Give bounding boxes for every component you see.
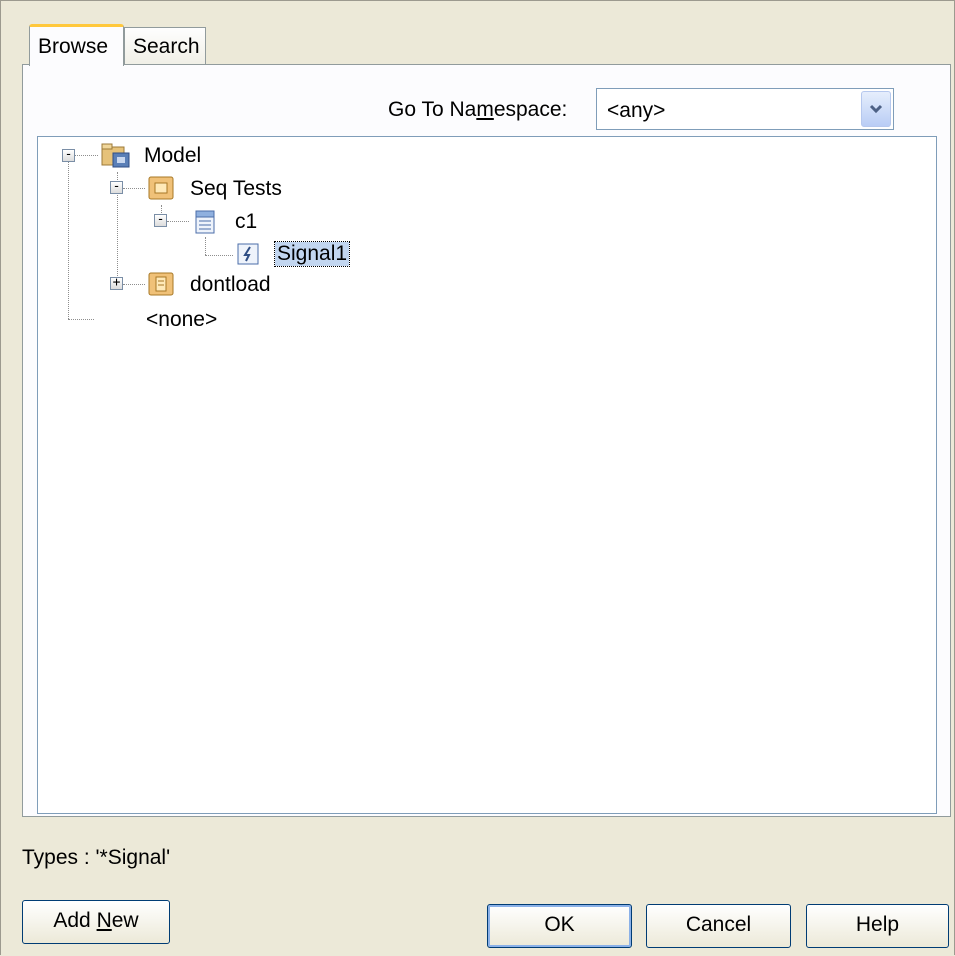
tab-search-label: Search — [133, 35, 200, 58]
tree-line — [205, 255, 233, 256]
signal-icon — [237, 243, 259, 265]
tree-line — [123, 188, 145, 189]
types-filter-text: Types : '*Signal' — [22, 846, 171, 869]
namespace-tree[interactable] — [37, 136, 937, 814]
collapse-toggle[interactable]: - — [154, 213, 167, 227]
tree-node-signal1[interactable]: Signal1 — [273, 241, 351, 267]
tree-node-c1[interactable]: c1 — [235, 210, 257, 234]
package-icon — [148, 176, 174, 200]
cancel-button[interactable]: Cancel — [646, 904, 791, 948]
tree-line — [167, 221, 189, 222]
class-icon — [195, 210, 215, 234]
namespace-select-value: <any> — [607, 99, 666, 122]
expand-toggle[interactable]: + — [110, 276, 123, 290]
tree-node-none[interactable]: <none> — [146, 308, 217, 332]
namespace-select[interactable]: <any> — [596, 88, 894, 130]
tree-line — [68, 162, 69, 319]
ok-button[interactable]: OK — [487, 904, 632, 948]
namespace-label: Go To Namespace: — [388, 98, 568, 121]
collapse-toggle[interactable]: - — [62, 148, 75, 162]
tree-line — [74, 155, 98, 156]
tab-search[interactable]: Search — [124, 27, 206, 65]
help-button[interactable]: Help — [806, 904, 949, 948]
model-package-icon — [101, 143, 130, 168]
package-icon — [148, 272, 174, 296]
tree-node-model[interactable]: Model — [144, 144, 201, 168]
tab-browse-label: Browse — [38, 35, 109, 58]
tree-line — [68, 319, 94, 320]
chevron-down-icon — [869, 104, 883, 114]
tree-node-dontload[interactable]: dontload — [190, 273, 271, 297]
tab-browse[interactable]: Browse — [29, 24, 124, 66]
add-new-button[interactable]: Add New — [22, 900, 170, 944]
tree-line — [123, 284, 145, 285]
collapse-toggle[interactable]: - — [110, 180, 123, 194]
dropdown-button[interactable] — [861, 91, 891, 127]
tree-node-seq-tests[interactable]: Seq Tests — [190, 177, 282, 201]
tree-line — [205, 237, 206, 255]
